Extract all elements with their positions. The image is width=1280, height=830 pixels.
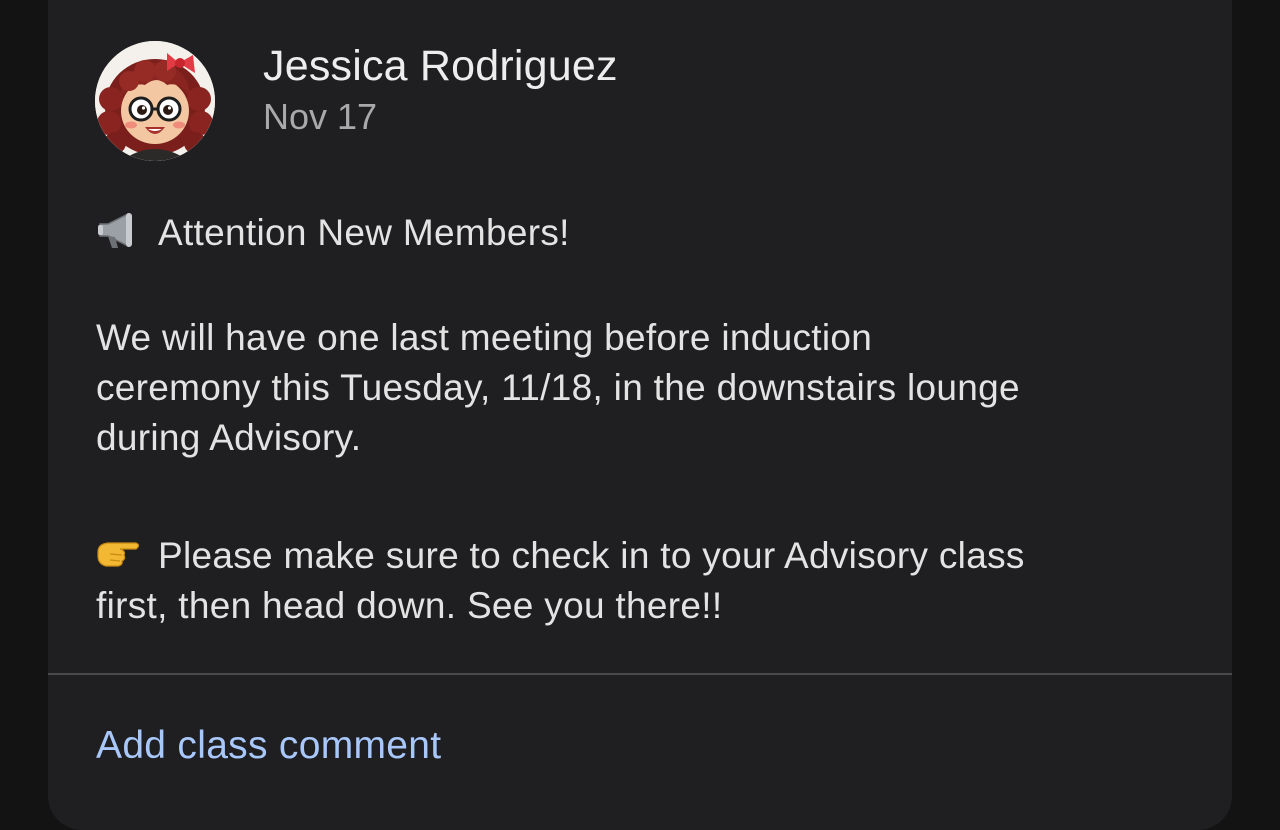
post-card: Jessica Rodriguez Nov 17 Attention New M…: [48, 0, 1232, 830]
divider: [48, 673, 1232, 675]
post-paragraph-line: We will have one last meeting before ind…: [96, 317, 873, 358]
post-paragraph-line: ceremony this Tuesday, 11/18, in the dow…: [96, 367, 1020, 408]
post-headline-line: Attention New Members!: [96, 208, 1196, 258]
post-reminder-line: first, then head down. See you there!!: [96, 585, 723, 626]
post-paragraph-line: during Advisory.: [96, 417, 362, 458]
post-headline: Attention New Members!: [158, 212, 570, 253]
cartoon-girl-avatar-icon: [95, 41, 215, 161]
megaphone-icon: [96, 211, 142, 251]
author-avatar[interactable]: [95, 41, 215, 161]
pointing-hand-icon: [96, 534, 142, 574]
post-body: Attention New Members! We will have one …: [96, 208, 1196, 631]
post-reminder-text: Please make sure to check in to your Adv…: [158, 535, 1025, 576]
post-date: Nov 17: [263, 96, 378, 137]
add-class-comment-link[interactable]: Add class comment: [96, 722, 441, 770]
author-name: Jessica Rodriguez: [263, 42, 618, 90]
post-reminder-line: Please make sure to check in to your Adv…: [96, 531, 1196, 581]
